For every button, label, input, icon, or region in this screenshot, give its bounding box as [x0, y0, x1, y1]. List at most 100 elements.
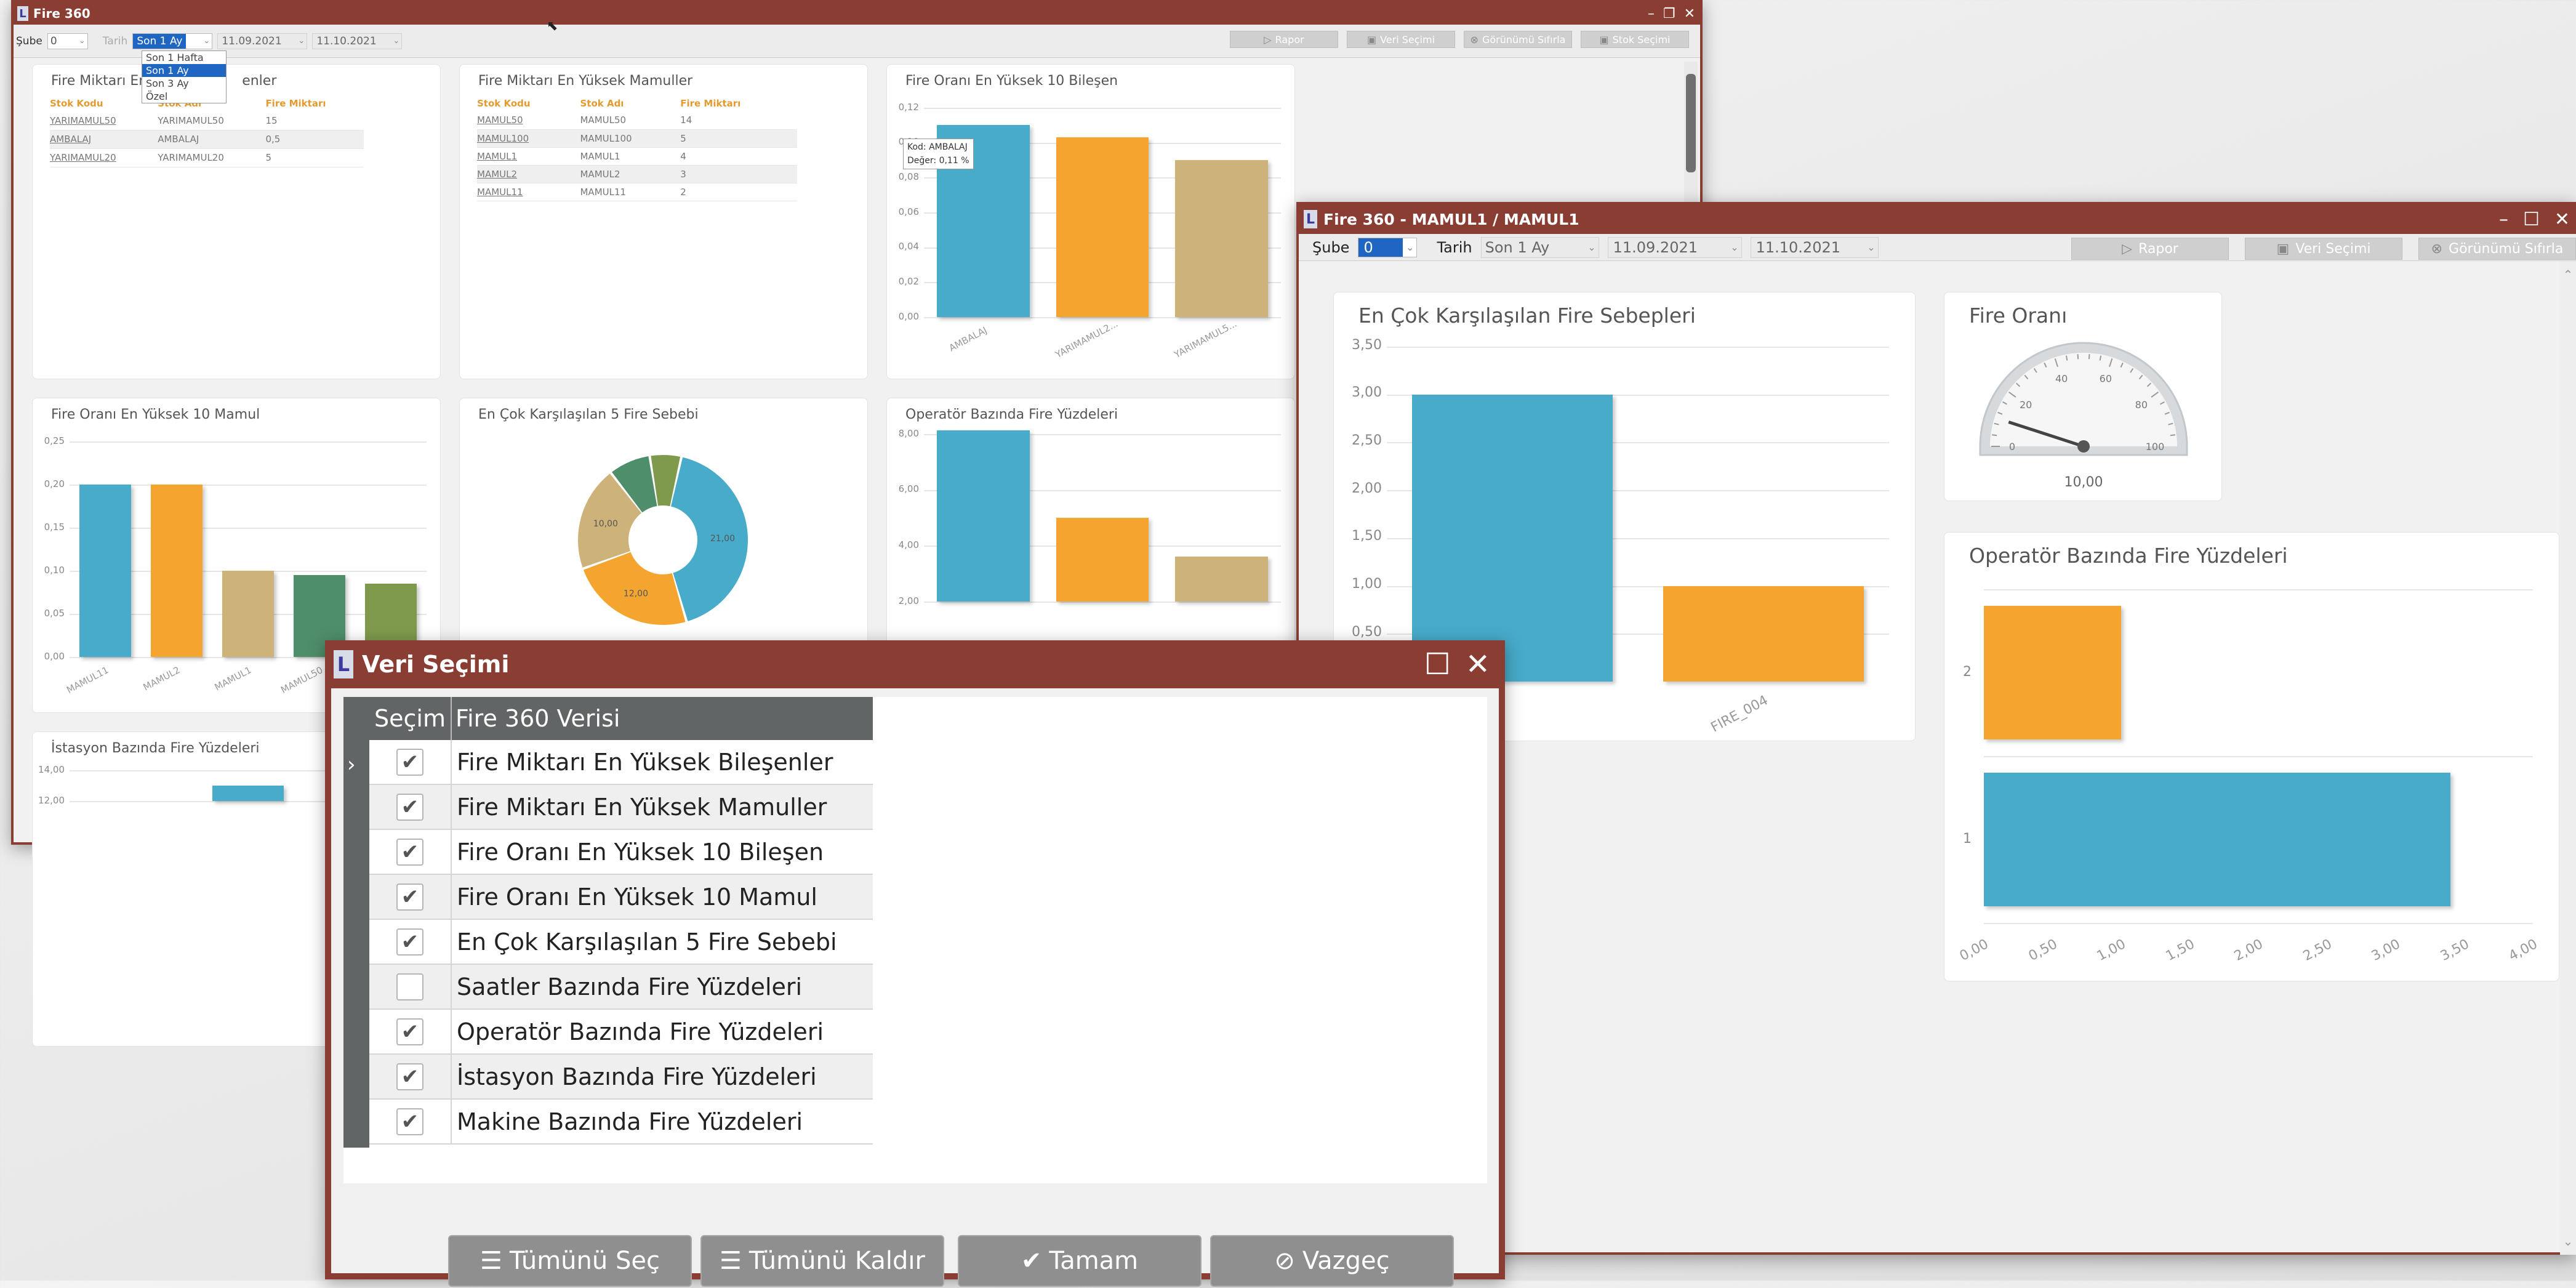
table-cell[interactable]: YARIMAMUL50: [50, 111, 158, 131]
table-row[interactable]: MAMUL11 MAMUL11 2: [477, 183, 797, 201]
chart-bar[interactable]: [1174, 160, 1268, 317]
column-header[interactable]: Fire Miktarı: [265, 95, 364, 111]
sube-combo[interactable]: 0 ⌄: [47, 33, 88, 49]
chevron-down-icon[interactable]: ⌄: [1867, 241, 1877, 253]
table-row[interactable]: MAMUL2 MAMUL2 3: [477, 165, 797, 183]
data-selection-button[interactable]: ▣ Veri Seçimi: [2245, 238, 2402, 260]
close-icon[interactable]: ✕: [1684, 6, 1695, 22]
clear-all-button[interactable]: ☰ Tümünü Kaldır: [700, 1235, 944, 1287]
chart-bar[interactable]: [1663, 586, 1864, 682]
chart-bar[interactable]: [79, 485, 131, 657]
select-all-button[interactable]: ☰ Tümünü Seç: [448, 1235, 692, 1287]
sube-combo[interactable]: 0 ⌄: [1358, 237, 1418, 257]
list-item[interactable]: ✔ Fire Miktarı En Yüksek Mamuller: [369, 785, 873, 830]
start-date-field[interactable]: 11.09.2021 ⌄: [217, 33, 308, 49]
checkbox-checked[interactable]: ✔: [396, 928, 423, 956]
column-header-fire-360-verisi[interactable]: Fire 360 Verisi: [452, 697, 873, 740]
chart-bar[interactable]: [1174, 557, 1268, 602]
table-row[interactable]: YARIMAMUL20 YARIMAMUL20 5: [50, 148, 364, 167]
period-option[interactable]: Son 1 Hafta: [142, 51, 226, 64]
chart-bar[interactable]: [1056, 137, 1149, 317]
period-option-selected[interactable]: Son 1 Ay: [142, 64, 226, 77]
table-cell[interactable]: MAMUL100: [477, 129, 580, 148]
period-combo[interactable]: Son 1 Ay ⌄: [132, 33, 213, 49]
list-item[interactable]: ✔ Fire Oranı En Yüksek 10 Mamul: [369, 875, 873, 920]
detail-window-title-bar[interactable]: L Fire 360 - MAMUL1 / MAMUL1 – ☐ ✕: [1299, 204, 2576, 234]
panel-top10-components-rate[interactable]: Fire Oranı En Yüksek 10 Bileşen 0,00 0,02…: [886, 64, 1295, 379]
checkbox-checked[interactable]: ✔: [396, 838, 423, 866]
chevron-down-icon[interactable]: ⌄: [393, 36, 401, 46]
chevron-down-icon[interactable]: ⌄: [1730, 241, 1741, 253]
table-row[interactable]: MAMUL50 MAMUL50 14: [477, 111, 797, 130]
checkbox-checked[interactable]: ✔: [396, 1108, 423, 1135]
end-date-field[interactable]: 11.10.2021 ⌄: [312, 33, 403, 49]
report-button[interactable]: ▷ Rapor: [2071, 238, 2229, 260]
restore-icon[interactable]: ❐: [1663, 6, 1675, 22]
period-option[interactable]: Özel: [142, 90, 226, 103]
vertical-scrollbar[interactable]: ⌃ ⌄: [2560, 261, 2576, 1255]
chevron-down-icon[interactable]: ⌄: [203, 36, 212, 46]
minimize-icon[interactable]: –: [1648, 6, 1655, 22]
maximize-icon[interactable]: ☐: [1424, 647, 1451, 682]
chevron-down-icon[interactable]: ⌄: [79, 36, 87, 46]
period-option[interactable]: Son 3 Ay: [142, 77, 226, 90]
chart-bar[interactable]: [1056, 518, 1149, 602]
scrollbar-thumb[interactable]: [1686, 74, 1696, 172]
table-cell[interactable]: MAMUL50: [477, 111, 580, 130]
checkbox-checked[interactable]: ✔: [396, 748, 423, 776]
period-combo[interactable]: Son 1 Ay ⌄: [1480, 236, 1599, 258]
chevron-down-icon[interactable]: ⌄: [298, 36, 307, 46]
chart-bar[interactable]: [151, 485, 203, 657]
chart-bar[interactable]: [222, 571, 274, 657]
list-item[interactable]: ✔ Makine Bazında Fire Yüzdeleri: [369, 1100, 873, 1145]
close-icon[interactable]: ✕: [2554, 209, 2570, 230]
column-header[interactable]: Fire Miktarı: [680, 95, 797, 111]
donut-slice[interactable]: [671, 457, 748, 621]
checkbox-checked[interactable]: ✔: [396, 883, 423, 911]
table-cell[interactable]: MAMUL11: [477, 183, 580, 201]
panel-fire-rate-gauge[interactable]: Fire Oranı 0 20 40 60 80 100 10,00: [1944, 292, 2222, 501]
minimize-icon[interactable]: –: [2499, 209, 2508, 230]
list-item[interactable]: ✔ Fire Miktarı En Yüksek Bileşenler: [369, 740, 873, 785]
data-selection-button[interactable]: ▣ Veri Seçimi: [1347, 31, 1455, 48]
table-row[interactable]: YARIMAMUL50 YARIMAMUL50 15: [50, 111, 364, 131]
table-cell[interactable]: MAMUL2: [477, 165, 580, 183]
chevron-down-icon[interactable]: ⌄: [1587, 241, 1598, 253]
checkbox-checked[interactable]: ✔: [396, 793, 423, 821]
panel-operator-percentages[interactable]: Operatör Bazında Fire Yüzdeleri 2 1 0,00 0,…: [1944, 532, 2559, 981]
stock-selection-button[interactable]: ▣ Stok Seçimi: [1581, 31, 1689, 48]
column-header[interactable]: Stok Adı: [580, 95, 680, 111]
main-window-title-bar[interactable]: L Fire 360 – ❐ ✕: [14, 2, 1700, 25]
dialog-title-bar[interactable]: L Veri Seçimi ☐ ✕: [325, 640, 1505, 688]
cancel-button[interactable]: ⊘ Vazgeç: [1210, 1235, 1454, 1287]
start-date-field[interactable]: 11.09.2021 ⌄: [1607, 236, 1742, 258]
ok-button[interactable]: ✔ Tamam: [958, 1235, 1202, 1287]
list-item[interactable]: ✔ En Çok Karşılaşılan 5 Fire Sebebi: [369, 920, 873, 965]
chart-bar[interactable]: [1984, 606, 2121, 739]
reset-view-button[interactable]: ⊗ Görünümü Sıfırla: [1464, 31, 1572, 48]
scroll-down-icon[interactable]: ⌄: [2563, 1234, 2574, 1249]
chart-bar[interactable]: [937, 430, 1030, 602]
chart-bar[interactable]: [1984, 773, 2451, 906]
chart-bar[interactable]: [1411, 394, 1613, 682]
list-item[interactable]: ✔ Operatör Bazında Fire Yüzdeleri: [369, 1010, 873, 1055]
table-row[interactable]: AMBALAJ AMBALAJ 0,5: [50, 130, 364, 149]
list-item[interactable]: ✔ Fire Oranı En Yüksek 10 Bileşen: [369, 830, 873, 875]
scroll-up-icon[interactable]: ⌃: [2563, 267, 2574, 282]
maximize-icon[interactable]: ☐: [2523, 209, 2540, 230]
chevron-down-icon[interactable]: ⌄: [1406, 241, 1416, 253]
table-row[interactable]: MAMUL100 MAMUL100 5: [477, 129, 797, 148]
column-header[interactable]: Stok Kodu: [477, 95, 580, 111]
table-row[interactable]: MAMUL1 MAMUL1 4: [477, 147, 797, 166]
list-item[interactable]: Saatler Bazında Fire Yüzdeleri: [369, 965, 873, 1010]
checkbox-checked[interactable]: ✔: [396, 1018, 423, 1045]
checkbox-unchecked[interactable]: [396, 973, 423, 1000]
reset-view-button[interactable]: ⊗ Görünümü Sıfırla: [2418, 238, 2576, 260]
chart-bar[interactable]: [212, 786, 284, 801]
table-cell[interactable]: YARIMAMUL20: [50, 148, 158, 167]
close-icon[interactable]: ✕: [1466, 647, 1490, 682]
end-date-field[interactable]: 11.10.2021 ⌄: [1750, 236, 1879, 258]
checkbox-checked[interactable]: ✔: [396, 1063, 423, 1090]
column-header-secim[interactable]: Seçim: [369, 697, 452, 740]
table-cell[interactable]: MAMUL1: [477, 147, 580, 166]
